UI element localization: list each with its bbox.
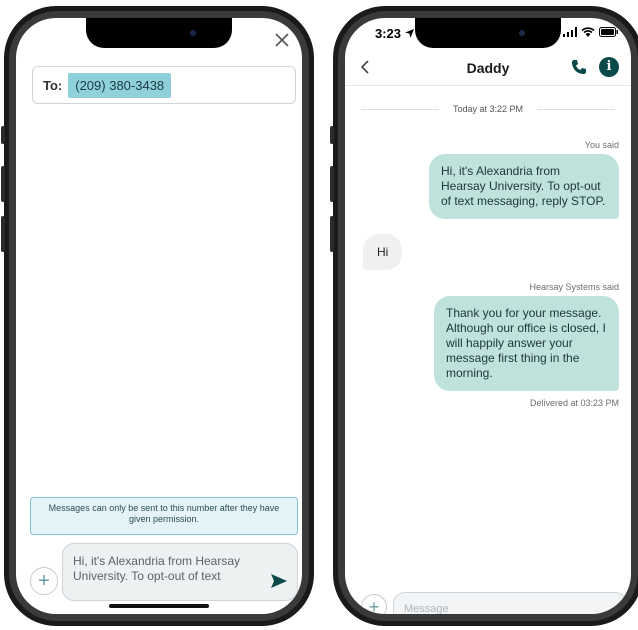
conversation-screen: 3:23 Daddy i Today at 3:22 PM You said H… xyxy=(345,18,631,614)
notch xyxy=(86,18,232,48)
permission-notice: Messages can only be sent to this number… xyxy=(30,497,298,535)
recipient-chip[interactable]: (209) 380-3438 xyxy=(68,72,172,98)
recipient-field[interactable]: To: (209) 380-3438 xyxy=(32,66,296,104)
volume-down-button xyxy=(1,216,5,252)
date-divider: Today at 3:22 PM xyxy=(361,102,616,116)
sender-label: You said xyxy=(584,140,619,150)
signal-icon xyxy=(563,27,577,37)
mute-switch xyxy=(330,126,334,144)
incoming-message-bubble[interactable]: Hi xyxy=(363,234,403,270)
contact-name: Daddy xyxy=(466,60,510,76)
volume-up-button xyxy=(1,166,5,202)
divider-line xyxy=(361,108,439,110)
compose-text: Hi, it's Alexandria from Hearsay Univers… xyxy=(73,554,241,583)
plus-icon[interactable]: + xyxy=(361,594,387,614)
phone-frame-left: To: (209) 380-3438 Messages can only be … xyxy=(1,6,314,626)
front-camera xyxy=(519,30,525,36)
notch xyxy=(415,18,561,48)
conversation-header: Daddy i xyxy=(345,52,631,86)
outgoing-message-bubble[interactable]: Thank you for your message. Although our… xyxy=(434,296,619,391)
message-input[interactable]: Message xyxy=(393,592,627,614)
divider-line xyxy=(537,108,616,110)
mute-switch xyxy=(1,126,5,144)
status-icons xyxy=(563,27,619,37)
sender-label: Hearsay Systems said xyxy=(529,282,619,292)
volume-down-button xyxy=(330,216,334,252)
location-arrow-icon xyxy=(404,29,414,38)
phone-frame-right: 3:23 Daddy i Today at 3:22 PM You said H… xyxy=(330,6,638,626)
info-icon[interactable]: i xyxy=(599,57,619,77)
new-message-screen: To: (209) 380-3438 Messages can only be … xyxy=(16,18,302,614)
close-icon[interactable] xyxy=(274,32,290,48)
to-label: To: xyxy=(43,77,63,93)
plus-icon[interactable]: + xyxy=(30,567,58,595)
phone-icon[interactable] xyxy=(571,59,587,75)
volume-up-button xyxy=(330,166,334,202)
date-divider-text: Today at 3:22 PM xyxy=(452,104,524,114)
front-camera xyxy=(190,30,196,36)
battery-icon xyxy=(599,27,618,37)
home-indicator xyxy=(109,604,209,608)
message-placeholder: Message xyxy=(404,603,449,614)
send-icon[interactable] xyxy=(271,574,287,588)
status-bar-time: 3:23 xyxy=(375,26,414,41)
outgoing-message-bubble[interactable]: Hi, it's Alexandria from Hearsay Univers… xyxy=(429,154,619,219)
compose-field[interactable]: Hi, it's Alexandria from Hearsay Univers… xyxy=(62,543,298,601)
clock: 3:23 xyxy=(375,26,402,41)
wifi-icon xyxy=(581,27,595,37)
delivery-status: Delivered at 03:23 PM xyxy=(529,398,619,408)
